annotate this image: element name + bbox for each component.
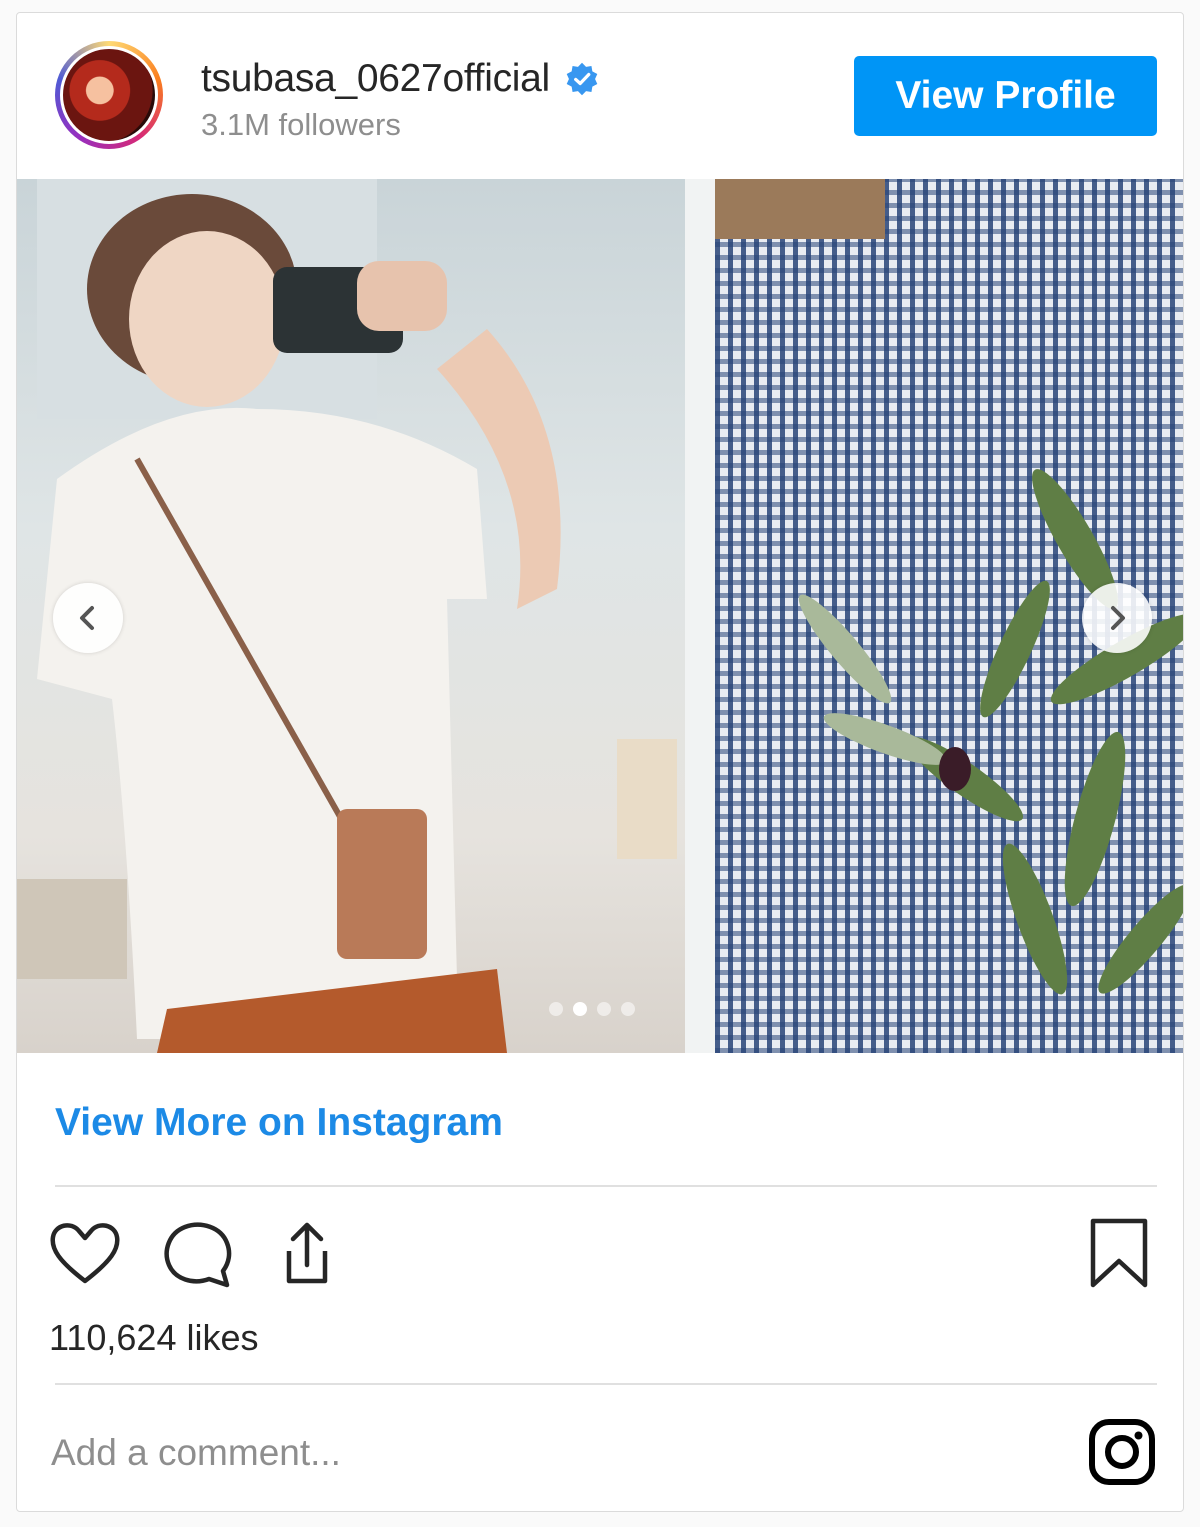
carousel-dot[interactable] — [549, 1002, 563, 1016]
heart-icon[interactable] — [45, 1213, 125, 1293]
instagram-logo-icon[interactable] — [1087, 1417, 1157, 1487]
media-carousel[interactable] — [17, 179, 1183, 1053]
username-row: tsubasa_0627official — [201, 57, 600, 101]
comment-icon[interactable] — [157, 1213, 237, 1293]
avatar-ring[interactable] — [55, 41, 163, 149]
divider — [55, 1185, 1157, 1187]
comment-input[interactable] — [49, 1417, 953, 1489]
view-more-link[interactable]: View More on Instagram — [55, 1101, 503, 1145]
follower-count: 3.1M followers — [201, 107, 401, 142]
carousel-dot-active[interactable] — [573, 1002, 587, 1016]
bookmark-icon[interactable] — [1079, 1213, 1159, 1293]
verified-badge-icon — [566, 62, 598, 96]
photo-gap — [685, 179, 715, 1053]
post-header: tsubasa_0627official 3.1M followers View… — [17, 13, 1183, 179]
avatar[interactable] — [60, 46, 158, 144]
carousel-prev-button[interactable] — [53, 583, 123, 653]
chevron-left-icon — [80, 606, 94, 630]
view-profile-button[interactable]: View Profile — [854, 56, 1157, 136]
carousel-dot[interactable] — [597, 1002, 611, 1016]
share-icon[interactable] — [267, 1213, 347, 1293]
divider — [55, 1383, 1157, 1385]
chevron-right-icon — [1111, 606, 1125, 630]
like-count[interactable]: 110,624 likes — [49, 1317, 258, 1359]
carousel-next-button[interactable] — [1082, 583, 1152, 653]
instagram-embed: tsubasa_0627official 3.1M followers View… — [16, 12, 1184, 1512]
carousel-indicator — [549, 1002, 635, 1016]
username[interactable]: tsubasa_0627official — [201, 57, 550, 101]
carousel-dot[interactable] — [621, 1002, 635, 1016]
